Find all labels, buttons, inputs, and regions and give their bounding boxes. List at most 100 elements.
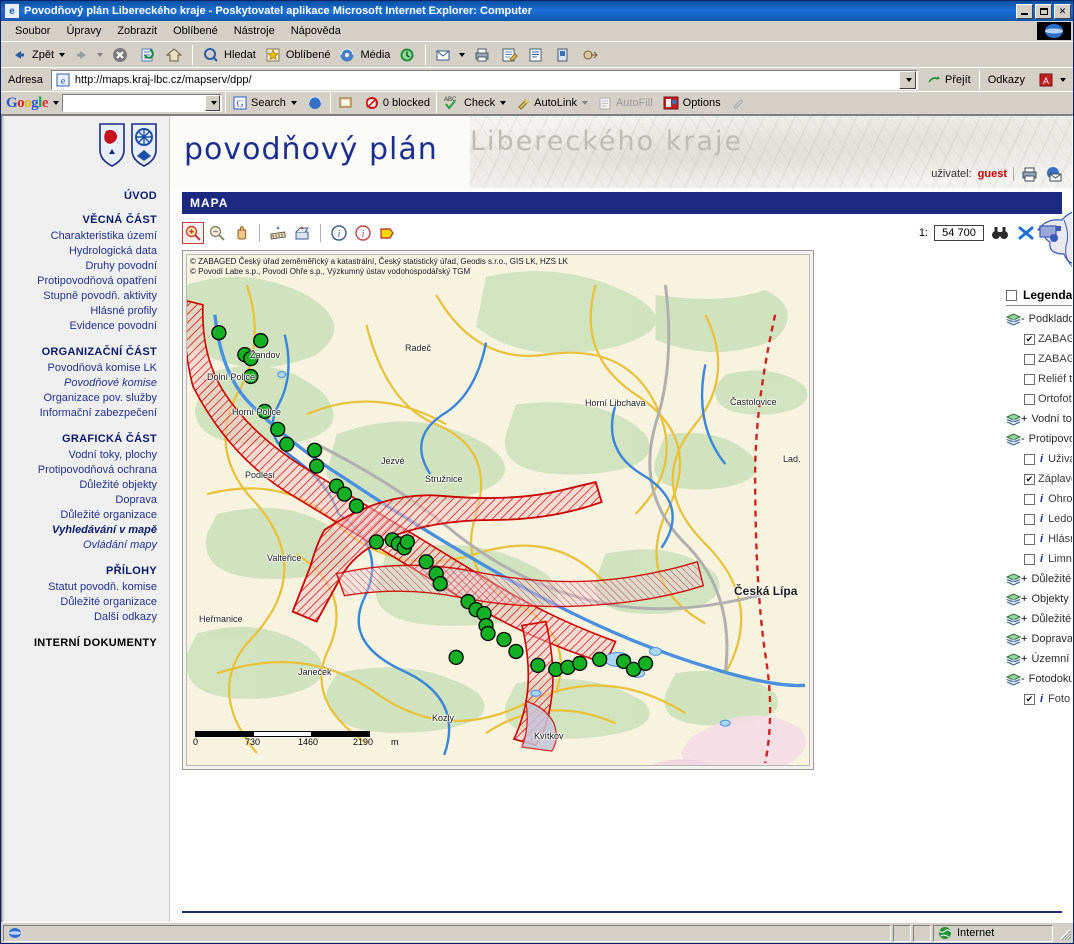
pdf-dropdown-icon[interactable]	[1060, 77, 1066, 82]
sidebar-item-druhy-povodni[interactable]: Druhy povodní	[12, 259, 157, 274]
legend-expand-fotodokumentace[interactable]: -	[1021, 673, 1025, 684]
google-pencil-button[interactable]	[727, 92, 749, 114]
legend-layer-ledove-jevy[interactable]: i Ledové jevy	[1006, 509, 1072, 529]
zoom-in-tool[interactable]	[182, 222, 204, 244]
info-tool[interactable]: i	[352, 222, 374, 244]
sidebar-item-doprava[interactable]: Doprava	[12, 493, 157, 508]
spellcheck-dropdown-icon[interactable]	[500, 101, 507, 105]
forward-button[interactable]	[69, 43, 106, 67]
select-area-tool[interactable]	[376, 222, 398, 244]
address-dropdown-icon[interactable]	[899, 70, 917, 89]
legend-checkbox-limnigraficke-stanice[interactable]	[1024, 553, 1035, 565]
legend-group-dulezite-objekty[interactable]: + Důležité objekty	[1005, 569, 1072, 589]
legend-group-dulezite-organizace[interactable]: + Důležité organizace	[1005, 609, 1072, 629]
sidebar-item-protipovodnova-ochrana[interactable]: Protipovodňová ochrana	[12, 463, 157, 478]
legend-checkbox-zaplavova-uzemi[interactable]	[1024, 473, 1035, 485]
legend-expand-dulezite-objekty[interactable]: +	[1021, 573, 1027, 584]
sidebar-item-informacni-zabezpeceni[interactable]: Informační zabezpečení	[12, 406, 157, 421]
legend-expand-protipovodnova-ochrana[interactable]: -	[1021, 433, 1025, 444]
legend-checkbox-relief-terenu[interactable]	[1024, 373, 1035, 385]
search-button[interactable]: Hledat	[198, 43, 259, 67]
sidebar-item-statut-povodnove-komise[interactable]: Statut povodň. komise	[12, 580, 157, 595]
legend-group-objekty-civilni-ochrany[interactable]: + Objekty civilní ochrany	[1005, 589, 1072, 609]
favorites-button[interactable]: Oblíbené	[260, 43, 334, 67]
map-canvas[interactable]: © ZABAGED Český úřad zeměměřický a katas…	[186, 254, 810, 766]
legend-checkbox-foto-1-4-2006[interactable]	[1024, 693, 1035, 705]
menu-item-nastroje[interactable]: Nástroje	[226, 23, 283, 39]
home-button[interactable]	[161, 43, 187, 67]
sidebar-item-vyhledavani-v-mape[interactable]: Vyhledávání v mapě	[12, 523, 157, 538]
measure-distance-tool[interactable]	[267, 222, 289, 244]
maximize-button[interactable]	[1035, 3, 1052, 19]
legend-group-vodni-toky[interactable]: + Vodní toky, plochy, objekty	[1005, 409, 1072, 429]
legend-info-icon[interactable]: i	[1038, 493, 1045, 505]
menu-item-upravy[interactable]: Úpravy	[58, 23, 109, 39]
edit-button[interactable]	[496, 43, 522, 67]
print-page-icon[interactable]	[1020, 164, 1038, 184]
measure-area-tool[interactable]	[291, 222, 313, 244]
links-button[interactable]: Odkazy	[984, 72, 1029, 88]
legend-layer-zabaged[interactable]: ZABAGED	[1006, 329, 1072, 349]
discuss-button[interactable]	[523, 43, 549, 67]
mail-dropdown-icon[interactable]	[459, 52, 466, 57]
legend-checkbox-ortofoto-geodis[interactable]	[1024, 393, 1035, 405]
legend-layer-zaplavova-uzemi[interactable]: Záplavová území	[1006, 469, 1072, 489]
identify-tool[interactable]: i	[328, 222, 350, 244]
legend-layer-foto-1-4-2006[interactable]: i Foto 1.4.2006	[1006, 689, 1072, 709]
google-autolink-button[interactable]: AutoLink	[512, 92, 591, 114]
sidebar-item-ovladani-mapy[interactable]: Ovládání mapy	[12, 538, 157, 553]
menu-item-napoveda[interactable]: Nápověda	[283, 23, 349, 39]
legend-master-checkbox[interactable]	[1006, 289, 1017, 301]
legend-group-uzemni-identifikace[interactable]: + Územní identifikace	[1005, 649, 1072, 669]
sidebar-item-hydrologicka-data[interactable]: Hydrologická data	[12, 244, 157, 259]
legend-expand-vodni-toky[interactable]: +	[1021, 413, 1027, 424]
google-options-button[interactable]: Options	[659, 92, 724, 114]
google-popup-blocker-button[interactable]	[334, 92, 358, 114]
legend-layer-uzivatel-ohrozene-plochy[interactable]: i Uživatel. ohrožené plochy	[1006, 449, 1072, 469]
google-search-input[interactable]	[62, 94, 223, 112]
google-web-button[interactable]	[303, 92, 327, 114]
google-menu-icon[interactable]	[53, 101, 60, 105]
sidebar-heading-uvod[interactable]: ÚVOD	[12, 190, 157, 202]
sidebar-item-povodnova-komise-lk[interactable]: Povodňová komise LK	[12, 361, 157, 376]
sidebar-item-dulezite-objekty[interactable]: Důležité objekty	[12, 478, 157, 493]
sidebar-item-dalsi-odkazy[interactable]: Další odkazy	[12, 610, 157, 625]
legend-group-podkladova-mapa[interactable]: - Podkladová mapa	[1005, 309, 1072, 329]
legend-group-protipovodnova-ochrana[interactable]: - Protipovodňová ochrana	[1005, 429, 1072, 449]
close-button[interactable]: ✕	[1054, 3, 1071, 19]
sidebar-item-evidence-povodni[interactable]: Evidence povodní	[12, 319, 157, 334]
legend-group-fotodokumentace[interactable]: - Fotodokumentace	[1005, 669, 1072, 689]
back-dropdown-icon[interactable]	[59, 52, 66, 57]
research-button[interactable]	[577, 43, 603, 67]
legend-expand-dulezite-organizace[interactable]: +	[1021, 613, 1027, 624]
minimize-button[interactable]	[1016, 3, 1033, 19]
legend-checkbox-hlasne-profily[interactable]	[1024, 533, 1035, 545]
google-search-dropdown2-icon[interactable]	[290, 101, 297, 105]
google-autofill-button[interactable]: AutoFill	[594, 92, 656, 114]
sidebar-item-stupne-povodnove-aktivity[interactable]: Stupně povodň. aktivity	[12, 289, 157, 304]
legend-checkbox-zabaged[interactable]	[1024, 333, 1035, 345]
legend-group-doprava[interactable]: + Doprava	[1005, 629, 1072, 649]
forward-dropdown-icon[interactable]	[97, 52, 104, 57]
google-spellcheck-button[interactable]: ABC Check	[440, 92, 509, 114]
go-button[interactable]: Přejít	[922, 68, 975, 92]
pan-tool[interactable]	[230, 222, 252, 244]
sidebar-item-vodni-toky-plochy[interactable]: Vodní toky, plochy	[12, 448, 157, 463]
history-button[interactable]	[394, 43, 420, 67]
zoom-out-tool[interactable]	[206, 222, 228, 244]
google-search-button[interactable]: G Search	[229, 92, 300, 114]
legend-info-icon[interactable]: i	[1038, 553, 1045, 565]
sidebar-item-charakteristika-uzemi[interactable]: Charakteristika území	[12, 229, 157, 244]
back-button[interactable]: Zpět	[6, 43, 68, 67]
legend-layer-relief-terenu[interactable]: Reliéf terénu	[1006, 369, 1072, 389]
menu-item-zobrazit[interactable]: Zobrazit	[109, 23, 165, 39]
legend-expand-uzemni-identifikace[interactable]: +	[1021, 653, 1027, 664]
overview-map[interactable]	[1024, 194, 1072, 286]
sidebar-item-organizace-pov-sluzby[interactable]: Organizace pov. služby	[12, 391, 157, 406]
sidebar-item-hlasne-profily[interactable]: Hlásné profily	[12, 304, 157, 319]
legend-expand-podkladova-mapa[interactable]: -	[1021, 313, 1025, 324]
legend-layer-hlasne-profily[interactable]: i Hlásné profily	[1006, 529, 1072, 549]
legend-info-icon[interactable]: i	[1038, 513, 1045, 525]
legend-layer-limnigraficke-stanice[interactable]: i Limnigrafické stanice	[1006, 549, 1072, 569]
sidebar-heading-interni-dokumenty[interactable]: INTERNÍ DOKUMENTY	[12, 637, 157, 649]
